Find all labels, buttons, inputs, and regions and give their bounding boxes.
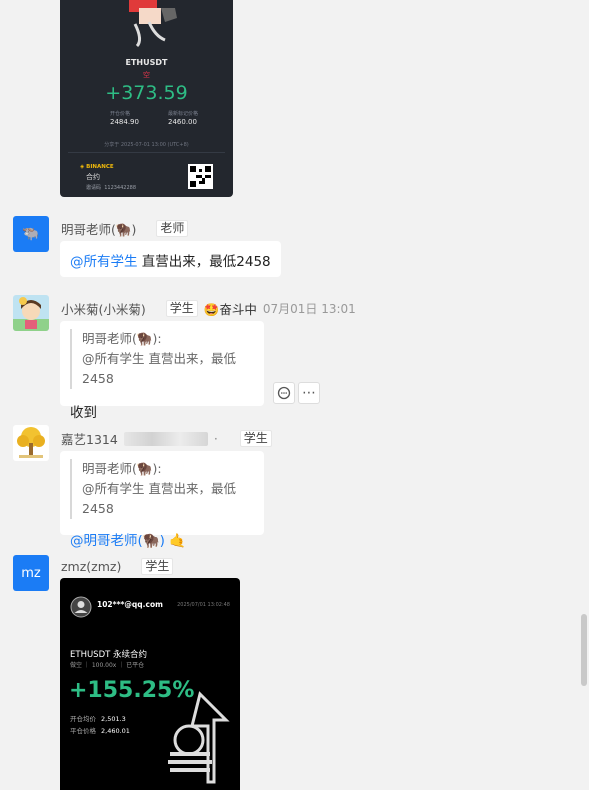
quote-text: @所有学生 直营出来，最低2458 bbox=[82, 351, 236, 386]
sender-name[interactable]: zmz(zmz) bbox=[61, 559, 121, 574]
pnl-value: +373.59 bbox=[105, 82, 188, 104]
mention[interactable]: @所有学生 bbox=[70, 254, 138, 270]
invite-code: 邀请码 1123442288 bbox=[86, 185, 137, 191]
message-bubble[interactable]: 明哥老师(🦬): @所有学生 直营出来，最低2458 @明哥老师(🦬) 🤙 bbox=[60, 451, 264, 549]
open-price-row: 开仓均价 2,501.3 bbox=[70, 715, 126, 723]
message-bubble[interactable]: 明哥老师(🦬): @所有学生 直营出来，最低2458 收到 bbox=[60, 321, 264, 421]
status-badge: 🤩奋斗中 bbox=[203, 302, 257, 317]
call-me-hand-icon: 🤙 bbox=[164, 533, 186, 549]
message-text: 收到 bbox=[70, 405, 97, 421]
avatar-initials: mz bbox=[21, 565, 41, 581]
cartoon-girl-icon bbox=[13, 297, 49, 331]
binance-logo: ◈ BINANCE bbox=[80, 164, 114, 170]
pnl-share-image[interactable]: ETHUSDT 空 +373.59 开仓价格 2484.90 最新标记价格 24… bbox=[60, 0, 233, 197]
quoted-message[interactable]: 明哥老师(🦬): @所有学生 直营出来，最低2458 bbox=[70, 329, 254, 389]
role-tag: 学生 bbox=[239, 430, 272, 447]
avatar[interactable] bbox=[13, 425, 49, 461]
more-button[interactable]: ⋯ bbox=[298, 382, 320, 404]
sender-row: 小米菊(小米菊) 学生 🤩奋斗中 07月01日 13:01 bbox=[61, 299, 356, 318]
sender-name[interactable]: 嘉艺1314 bbox=[61, 429, 118, 448]
sender-row: 明哥老师(🦬) 老师 bbox=[61, 219, 189, 238]
sender-row: zmz(zmz) 学生 bbox=[61, 558, 174, 575]
quote-author: 明哥老师(🦬): bbox=[82, 331, 162, 346]
role-tag: 老师 bbox=[156, 220, 189, 237]
share-timestamp: 2025/07/01 13:02:48 bbox=[177, 602, 230, 608]
sender-row: 嘉艺1314 · 学生 bbox=[61, 429, 272, 448]
more-icon: ⋯ bbox=[302, 385, 316, 401]
character-illustration bbox=[129, 0, 177, 48]
user-avatar-icon bbox=[70, 596, 92, 618]
open-price-label: 开仓价格 bbox=[110, 111, 131, 117]
quote-text: @所有学生 直营出来，最低2458 bbox=[82, 481, 236, 516]
role-tag: 学生 bbox=[165, 300, 198, 317]
sender-name[interactable]: 明哥老师(🦬) bbox=[61, 219, 136, 238]
message-text: @明哥老师(🦬) 🤙 bbox=[70, 529, 254, 549]
divider bbox=[68, 152, 225, 153]
side: 空 bbox=[143, 71, 150, 79]
account-email: 102***@qq.com bbox=[97, 600, 163, 609]
comment-icon bbox=[277, 386, 291, 400]
mention[interactable]: @明哥老师(🦬) bbox=[70, 533, 165, 549]
symbol: ETHUSDT bbox=[125, 58, 168, 67]
position-meta: 做空 ｜ 100.00x ｜ 已平仓 bbox=[70, 662, 145, 669]
message-bubble[interactable]: @所有学生 直营出来，最低2458 bbox=[60, 241, 281, 277]
timestamp: 07月01日 13:01 bbox=[262, 302, 356, 316]
name-suffix: · bbox=[213, 431, 218, 446]
avatar[interactable]: mz bbox=[13, 555, 49, 591]
quoted-message[interactable]: 明哥老师(🦬): @所有学生 直营出来，最低2458 bbox=[70, 459, 254, 519]
trading-pair: ETHUSDT 永续合约 bbox=[70, 650, 148, 660]
mark-price-label: 最新标记价格 bbox=[168, 111, 199, 117]
quote-author: 明哥老师(🦬): bbox=[82, 461, 162, 476]
role-tag: 学生 bbox=[141, 558, 174, 575]
avatar[interactable] bbox=[13, 295, 49, 331]
reply-button[interactable] bbox=[273, 382, 295, 404]
bison-icon: 🐃 bbox=[22, 226, 40, 242]
share-time: 分享于 2025-07-01 13:00 (UTC+8) bbox=[104, 142, 189, 148]
avatar[interactable]: 🐃 bbox=[13, 216, 49, 252]
roe-share-image[interactable]: 102***@qq.com 2025/07/01 13:02:48 ETHUSD… bbox=[60, 578, 240, 790]
message-text: 直营出来，最低2458 bbox=[137, 254, 271, 270]
contract-label: 合约 bbox=[86, 173, 100, 181]
golden-tree-icon bbox=[17, 427, 45, 458]
sender-name[interactable]: 小米菊(小米菊) bbox=[61, 299, 146, 318]
close-price-row: 平仓价格 2,460.01 bbox=[70, 727, 130, 735]
blurred-name-area bbox=[123, 431, 208, 446]
mark-price: 2460.00 bbox=[168, 118, 197, 126]
scrollbar-thumb[interactable] bbox=[581, 614, 587, 686]
qr-code-icon bbox=[188, 164, 213, 189]
up-arrow-coin-icon bbox=[168, 691, 230, 784]
open-price: 2484.90 bbox=[110, 118, 139, 126]
